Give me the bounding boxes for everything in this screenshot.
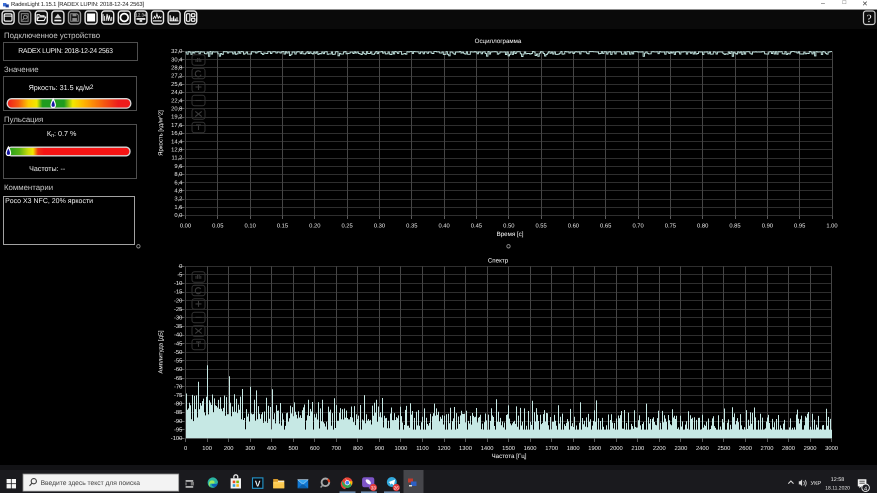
svg-text:УКР: УКР <box>811 481 822 487</box>
svg-text:4: 4 <box>864 486 867 492</box>
svg-text:V: V <box>255 479 261 489</box>
svg-text:12:58: 12:58 <box>831 477 845 483</box>
svg-text:26: 26 <box>394 486 400 491</box>
svg-text:Введите здесь текст для поиска: Введите здесь текст для поиска <box>41 480 141 487</box>
svg-text:18.11.2020: 18.11.2020 <box>825 486 850 492</box>
svg-text:33: 33 <box>371 486 377 491</box>
